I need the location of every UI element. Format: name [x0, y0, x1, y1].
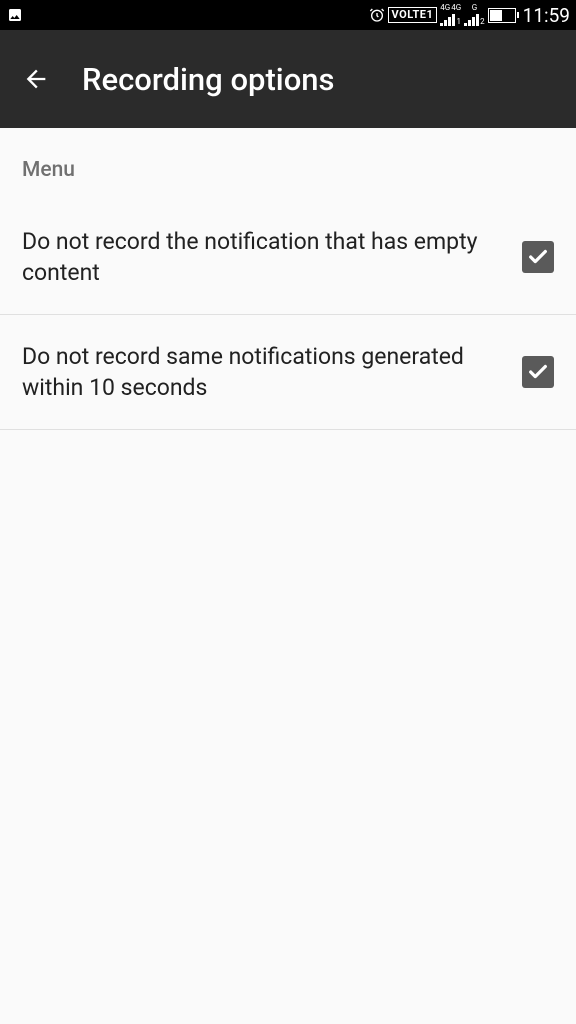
- volte-badge: VOLTE1: [388, 7, 438, 23]
- battery-icon: [488, 8, 516, 23]
- setting-skip-duplicate-checkbox[interactable]: [522, 356, 554, 388]
- section-header-menu: Menu: [0, 128, 576, 200]
- setting-skip-empty[interactable]: Do not record the notification that has …: [0, 200, 576, 315]
- signal-1-sub: 1: [456, 17, 461, 26]
- signal-2-group: G 2: [464, 4, 485, 26]
- signal-bars-2: [464, 12, 479, 26]
- back-arrow-icon[interactable]: [22, 65, 50, 93]
- alarm-icon: [369, 7, 385, 23]
- app-bar: Recording options: [0, 30, 576, 128]
- signal-bars-1: [440, 12, 455, 26]
- signal-1-group: 4G 4G 1: [440, 4, 461, 26]
- picture-icon: [6, 7, 24, 23]
- setting-skip-duplicate[interactable]: Do not record same notifications generat…: [0, 315, 576, 430]
- status-left: [6, 7, 24, 23]
- signal-1-label-b: 4G: [451, 4, 461, 12]
- status-time: 11:59: [523, 4, 570, 27]
- setting-skip-duplicate-label: Do not record same notifications generat…: [22, 341, 522, 403]
- status-bar: VOLTE1 4G 4G 1 G: [0, 0, 576, 30]
- status-right: VOLTE1 4G 4G 1 G: [369, 4, 570, 27]
- signal-2-sub: 2: [480, 17, 485, 26]
- checkmark-icon: [527, 246, 549, 268]
- setting-skip-empty-label: Do not record the notification that has …: [22, 226, 522, 288]
- setting-skip-empty-checkbox[interactable]: [522, 241, 554, 273]
- page-title: Recording options: [82, 61, 335, 98]
- signal-2-label: G: [472, 4, 477, 12]
- signal-1-label-a: 4G: [440, 4, 450, 12]
- checkmark-icon: [527, 361, 549, 383]
